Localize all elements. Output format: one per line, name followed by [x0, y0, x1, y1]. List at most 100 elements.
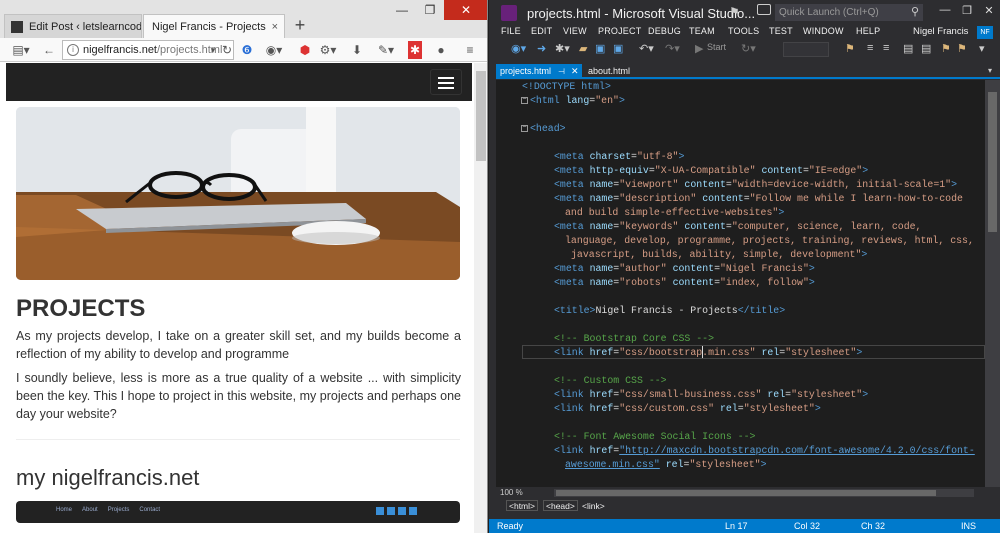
redo-icon[interactable]: ↷▾ — [665, 42, 680, 55]
scroll-thumb[interactable] — [988, 92, 997, 232]
bookmark-next-icon[interactable]: ⚑ — [957, 42, 967, 55]
preview-link-home[interactable]: Home — [56, 507, 72, 513]
editor-bottom-bar: 100 % — [496, 487, 1000, 499]
wordpress-favicon-icon — [11, 21, 23, 33]
search-icon[interactable]: ⚲ — [911, 4, 919, 21]
reader-view-icon[interactable]: ▤▾ — [6, 41, 36, 59]
navigate-forward-icon[interactable]: ➜ — [537, 42, 546, 55]
restore-icon[interactable]: ❐ — [416, 0, 444, 20]
format-icon[interactable]: ≡ — [867, 42, 873, 54]
page-scrollbar[interactable] — [474, 63, 487, 533]
preview-link-about[interactable]: About — [82, 507, 98, 513]
reload-icon[interactable]: ↻ — [220, 41, 234, 59]
menu-window[interactable]: WINDOW — [803, 26, 844, 36]
minimize-icon[interactable]: — — [934, 4, 956, 17]
minimize-icon[interactable]: — — [388, 0, 416, 20]
preview-link-contact[interactable]: Contact — [139, 507, 160, 513]
new-project-icon[interactable]: ✱▾ — [555, 42, 570, 55]
code-line: <link href="css/small-business.css" rel=… — [554, 389, 869, 400]
scroll-thumb[interactable] — [476, 71, 486, 161]
extension-pen-icon[interactable]: ✎▾ — [374, 41, 398, 59]
breadcrumb-link[interactable]: <link> — [579, 500, 608, 511]
code-line: <meta name="description" content="Follow… — [554, 193, 963, 204]
menu-project[interactable]: PROJECT — [598, 26, 641, 36]
adblock-icon[interactable]: ⬢ — [298, 41, 312, 59]
account-name[interactable]: Nigel Francis — [913, 26, 968, 37]
comment-icon[interactable]: ▤ — [903, 42, 913, 55]
breadcrumb-head[interactable]: <head> — [543, 500, 578, 511]
window-controls: — ❐ ✕ — [388, 0, 487, 20]
github-icon[interactable] — [398, 507, 406, 515]
breadcrumb-html[interactable]: <html> — [506, 500, 538, 511]
new-tab-button[interactable]: + — [290, 16, 310, 36]
avatar[interactable]: NF — [977, 26, 993, 39]
scroll-thumb[interactable] — [556, 490, 936, 496]
menu-test[interactable]: TEST — [769, 26, 793, 36]
editor-vertical-scrollbar[interactable] — [985, 80, 1000, 487]
close-tab-icon[interactable]: × — [272, 15, 278, 38]
uncomment-icon[interactable]: ▤ — [921, 42, 931, 55]
navigate-back-icon[interactable]: ◉▾ — [511, 42, 526, 55]
open-file-icon[interactable]: ▰ — [579, 42, 587, 55]
extension-red-icon[interactable]: ✱ — [408, 41, 422, 59]
notifications-flag-icon[interactable]: ⚑ — [729, 5, 740, 19]
social-icons — [376, 507, 417, 515]
code-line: <meta name="viewport" content="width=dev… — [554, 179, 958, 190]
save-icon[interactable]: ▣ — [595, 42, 605, 55]
close-window-icon[interactable]: ✕ — [978, 4, 1000, 17]
extension-gear-icon[interactable]: ⚙▾ — [318, 41, 338, 59]
refresh-icon[interactable]: ↻▾ — [741, 42, 756, 55]
restore-icon[interactable]: ❐ — [956, 4, 978, 17]
bookmark-prev-icon[interactable]: ⚑ — [941, 42, 951, 55]
url-dropdown-icon[interactable]: ▾ — [207, 41, 219, 59]
feedback-icon[interactable] — [757, 4, 771, 15]
tab-edit-post[interactable]: Edit Post ‹ letslearncode ... — [4, 14, 142, 38]
quick-launch-input[interactable]: Quick Launch (Ctrl+Q) ⚲ — [775, 4, 923, 21]
menu-edit[interactable]: EDIT — [531, 26, 552, 36]
undo-icon[interactable]: ↶▾ — [639, 42, 654, 55]
chat-icon[interactable]: ● — [434, 41, 448, 59]
extension-globe-icon[interactable]: ◉▾ — [264, 41, 284, 59]
tab-about-html[interactable]: about.html — [588, 64, 648, 79]
close-tab-icon[interactable]: ✕ — [571, 64, 579, 79]
indent-icon[interactable]: ≡ — [883, 42, 889, 54]
code-editor[interactable]: <!DOCTYPE html> − <html lang="en"> − <he… — [496, 80, 985, 487]
toolbar-overflow-icon[interactable]: ▾ — [979, 42, 985, 55]
menu-help[interactable]: HELP — [856, 26, 880, 36]
code-line: <meta http-equiv="X-UA-Compatible" conte… — [554, 165, 869, 176]
menu-file[interactable]: FILE — [501, 26, 521, 36]
collapse-head-icon[interactable]: − — [521, 125, 528, 132]
menu-bar: FILE EDIT VIEW PROJECT DEBUG TEAM TOOLS … — [489, 26, 1000, 40]
tab-projects[interactable]: Nigel Francis - Projects × — [143, 14, 285, 38]
menu-view[interactable]: VIEW — [563, 26, 587, 36]
menu-tools[interactable]: TOOLS — [728, 26, 759, 36]
preview-link-projects[interactable]: Projects — [108, 507, 130, 513]
collapse-html-icon[interactable]: − — [521, 97, 528, 104]
title-bar: projects.html - Microsoft Visual Studio.… — [489, 0, 1000, 26]
close-window-icon[interactable]: ✕ — [444, 0, 487, 20]
bookmark-icon[interactable]: ⚑ — [845, 42, 855, 55]
divider — [16, 439, 460, 440]
linkedin-icon[interactable] — [387, 507, 395, 515]
web-page: PROJECTS As my projects develop, I take … — [6, 63, 472, 533]
email-icon[interactable] — [409, 507, 417, 515]
menu-icon[interactable]: ≡ — [462, 41, 478, 59]
start-button[interactable]: Start — [707, 42, 726, 52]
menu-team[interactable]: TEAM — [689, 26, 715, 36]
twitter-icon[interactable] — [376, 507, 384, 515]
menu-debug[interactable]: DEBUG — [648, 26, 681, 36]
tab-dropdown-icon[interactable]: ▾ — [988, 66, 992, 75]
pin-icon[interactable]: ⊣ — [558, 64, 565, 79]
code-line: and build simple-effective-websites"> — [565, 207, 785, 218]
extension-icon[interactable]: ❻ — [240, 41, 254, 59]
tab-projects-html[interactable]: projects.html ⊣ ✕ — [496, 64, 582, 79]
start-icon[interactable]: ▶ — [695, 42, 703, 55]
zoom-level[interactable]: 100 % — [500, 488, 523, 497]
editor-horizontal-scrollbar[interactable] — [554, 489, 974, 497]
solution-config-dropdown[interactable] — [783, 42, 829, 57]
back-arrow-icon[interactable]: ← — [40, 41, 58, 59]
hamburger-menu-button[interactable] — [430, 69, 462, 95]
site-info-icon[interactable]: i — [67, 44, 79, 56]
download-icon[interactable]: ⬇ — [350, 41, 364, 59]
save-all-icon[interactable]: ▣ — [613, 42, 623, 55]
